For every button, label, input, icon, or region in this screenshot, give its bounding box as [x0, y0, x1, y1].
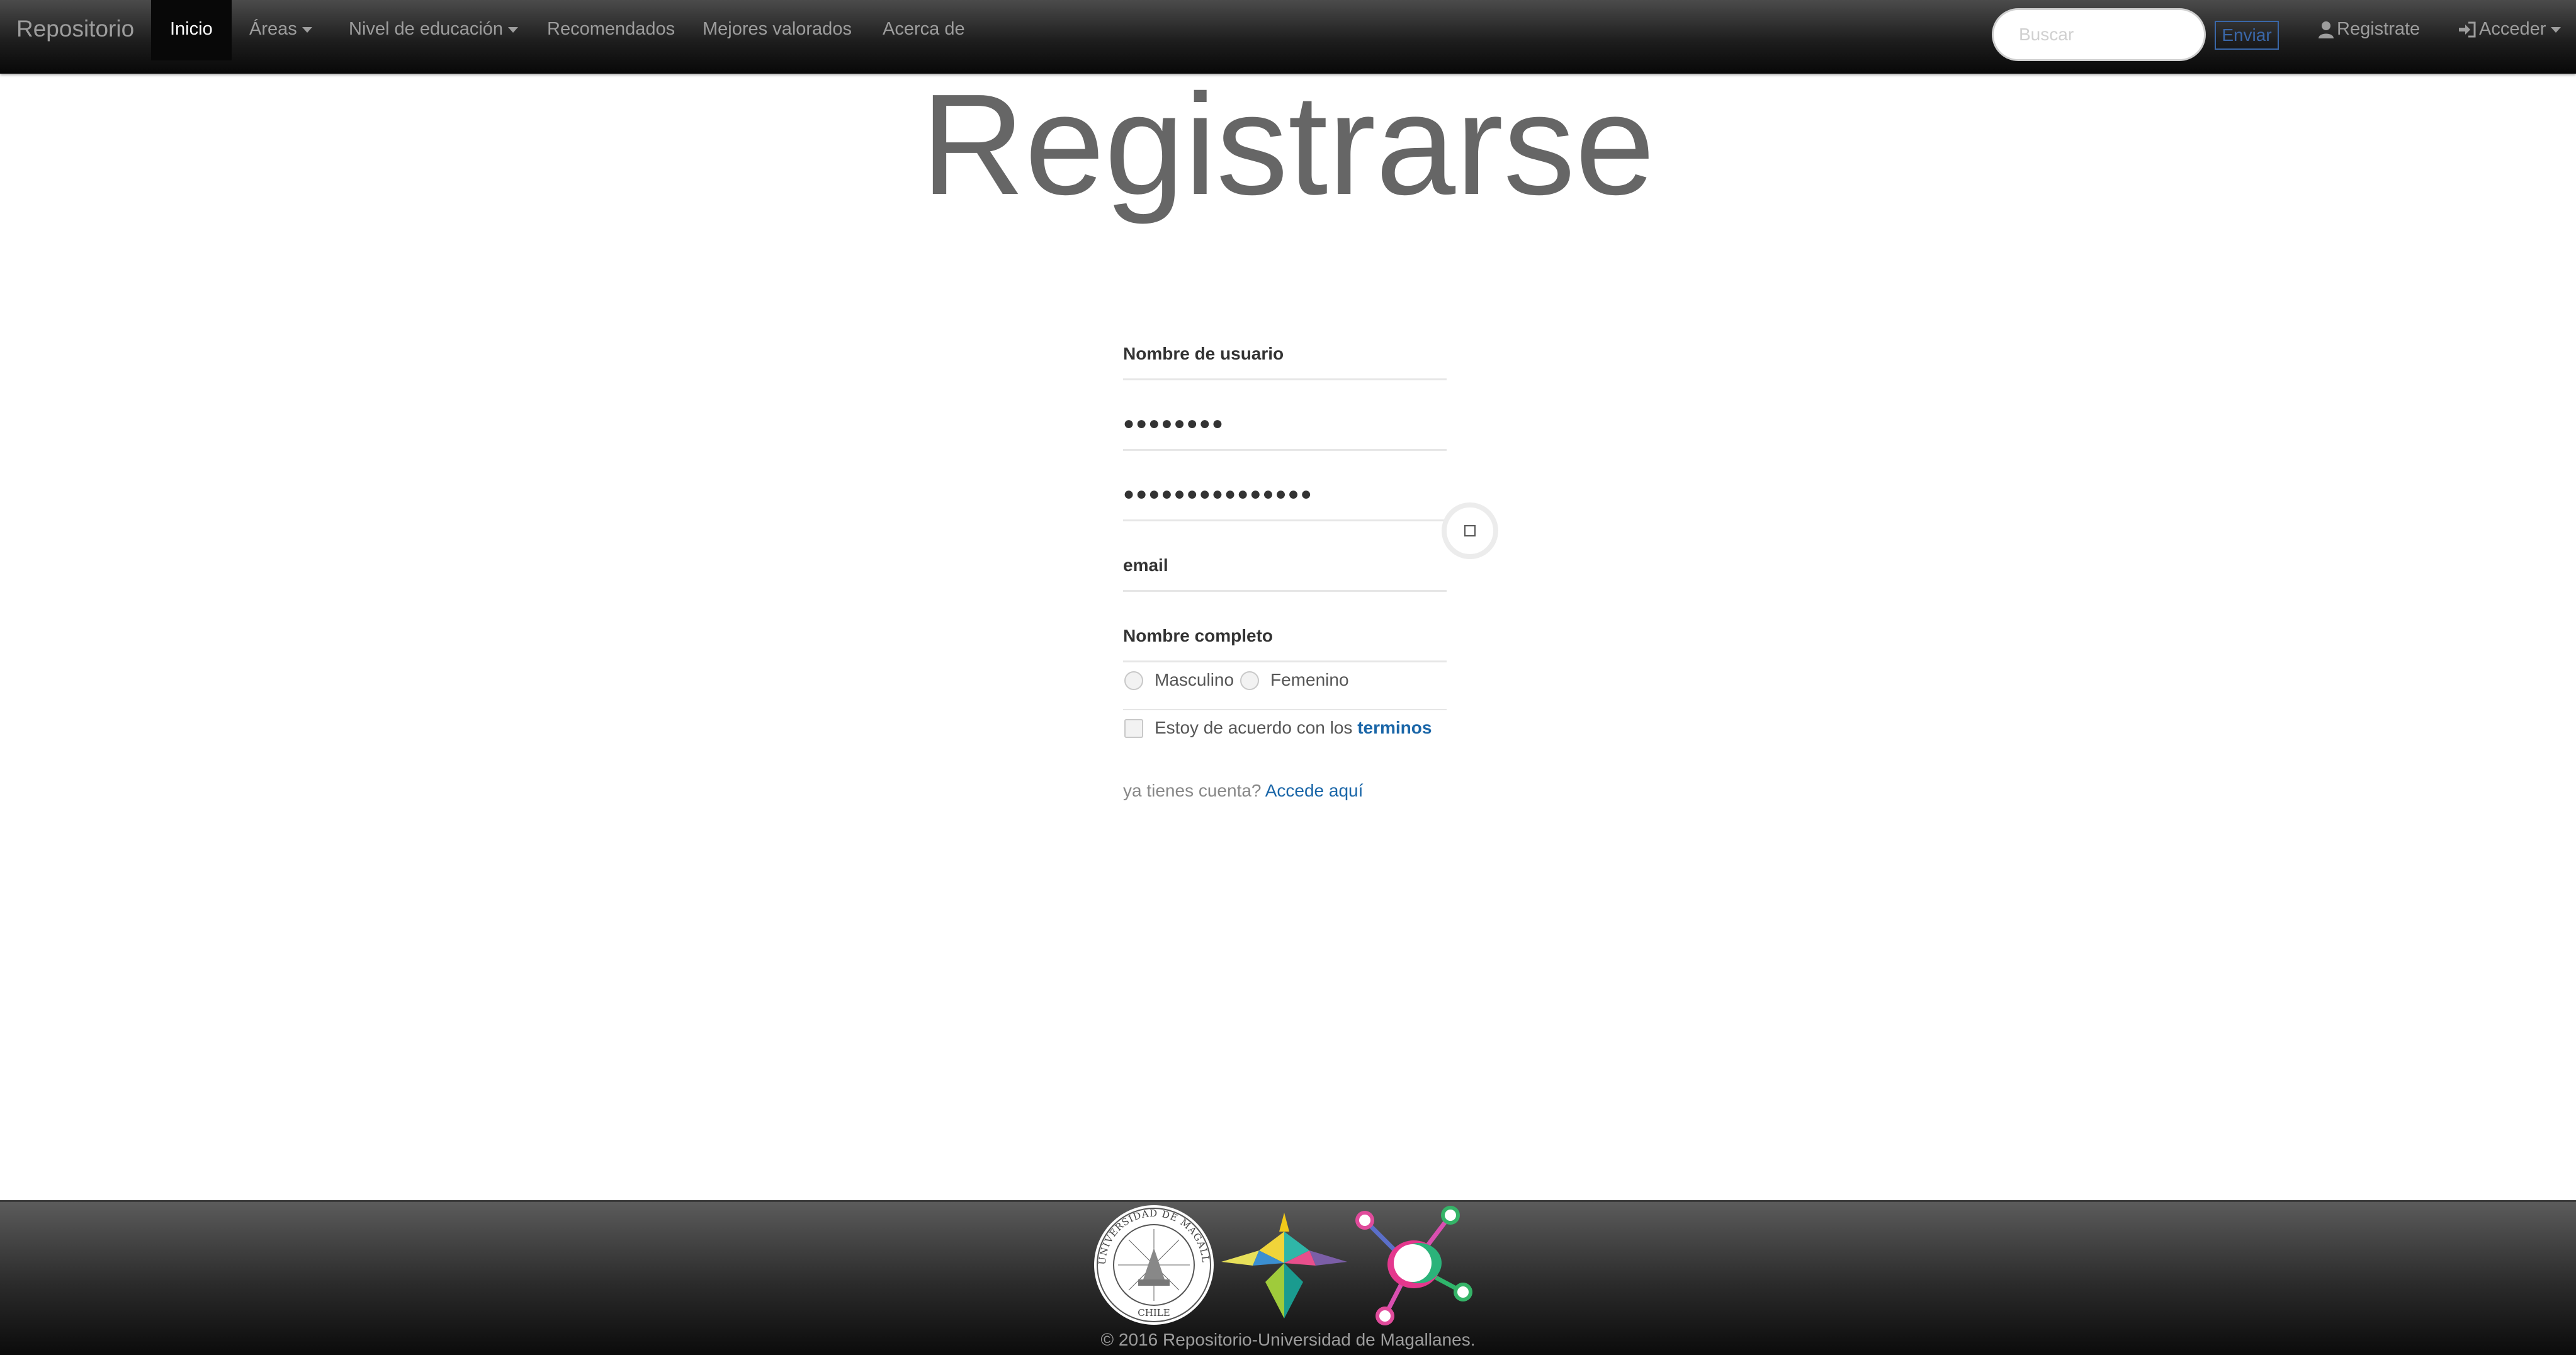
brand-link[interactable]: Repositorio — [16, 0, 134, 60]
nav-item-acerca-de[interactable]: Acerca de — [883, 0, 965, 60]
caret-down-icon — [302, 26, 312, 33]
login-hint: ya tienes cuenta? Accede aquí — [1123, 781, 1363, 801]
nav-item-mejores-valorados[interactable]: Mejores valorados — [703, 0, 852, 60]
form-divider — [1123, 709, 1447, 710]
username-field[interactable]: Nombre de usuario — [1123, 319, 1447, 380]
page-title: Registrarse — [921, 65, 1655, 225]
svg-text:CHILE: CHILE — [1138, 1307, 1170, 1318]
network-nodes-logo — [1355, 1206, 1472, 1325]
password-value: ●●●●●●●● — [1123, 413, 1224, 434]
floating-action-button[interactable] — [1442, 502, 1498, 559]
email-field[interactable]: email — [1123, 530, 1447, 592]
terms-prefix: Estoy de acuerdo con los — [1155, 718, 1353, 737]
fullname-placeholder: Nombre completo — [1123, 626, 1274, 645]
email-placeholder: email — [1123, 555, 1168, 575]
user-icon — [2319, 21, 2334, 39]
password-field[interactable]: ●●●●●●●● — [1123, 389, 1447, 451]
nav-item-nivel-educacion[interactable]: Nivel de educación — [349, 0, 519, 60]
send-button[interactable]: Enviar — [2215, 21, 2279, 50]
password-confirm-value: ●●●●●●●●●●●●●●● — [1123, 484, 1313, 504]
nav-item-areas[interactable]: Áreas — [249, 0, 312, 60]
radio-masculino[interactable] — [1124, 671, 1143, 690]
terms-label: Estoy de acuerdo con los terminos — [1155, 718, 1432, 738]
register-label: Registrate — [2337, 19, 2421, 39]
nav-item-inicio[interactable]: Inicio — [170, 0, 213, 60]
login-here-link[interactable]: Accede aquí — [1265, 781, 1364, 800]
search-input[interactable] — [1992, 8, 2206, 61]
nav-item-recomendados[interactable]: Recomendados — [547, 0, 675, 60]
login-hint-text: ya tienes cuenta? — [1123, 781, 1262, 800]
square-icon — [1464, 525, 1476, 536]
caret-down-icon — [2551, 26, 2562, 33]
terms-link[interactable]: terminos — [1357, 718, 1432, 737]
login-dropdown[interactable]: Acceder — [2458, 0, 2562, 60]
terms-checkbox[interactable] — [1124, 719, 1143, 738]
nav-item-areas-label: Áreas — [249, 19, 297, 39]
login-label: Acceder — [2479, 19, 2546, 39]
password-confirm-field[interactable]: ●●●●●●●●●●●●●●● — [1123, 460, 1447, 521]
sign-in-icon — [2459, 21, 2476, 38]
colorful-figure-logo — [1221, 1213, 1347, 1318]
footer-copyright: © 2016 Repositorio-Universidad de Magall… — [1100, 1330, 1476, 1349]
nav-item-nivel-label: Nivel de educación — [349, 19, 504, 39]
radio-femenino[interactable] — [1240, 671, 1259, 690]
fullname-field[interactable]: Nombre completo — [1123, 601, 1447, 662]
university-seal-logo: UNIVERSIDAD DE MAGALLANES CHILE — [1093, 1204, 1214, 1325]
username-placeholder: Nombre de usuario — [1123, 344, 1284, 363]
caret-down-icon — [508, 26, 519, 33]
register-link[interactable]: Registrate — [2318, 0, 2420, 60]
radio-femenino-label: Femenino — [1270, 670, 1349, 689]
radio-masculino-label: Masculino — [1155, 670, 1234, 689]
